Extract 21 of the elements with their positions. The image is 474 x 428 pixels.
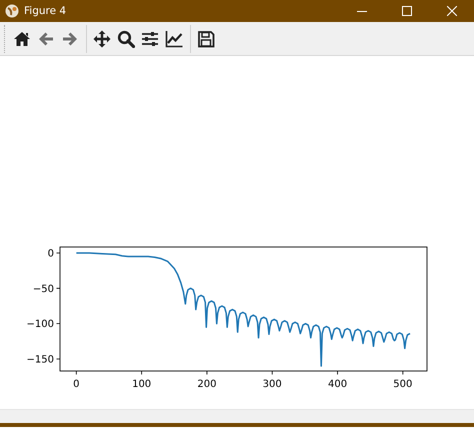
window-title: Figure 4 [24, 5, 68, 17]
forward-arrow-icon [61, 30, 79, 48]
sliders-icon [141, 30, 159, 48]
home-icon [13, 30, 31, 48]
tick-label: 0 [48, 248, 54, 260]
tick-label: 100 [132, 379, 152, 390]
line-chart-icon [165, 30, 183, 48]
tick-label: −150 [26, 354, 54, 366]
app-logo-icon [5, 4, 19, 18]
tick-label: −50 [32, 284, 54, 295]
tick-label: 300 [262, 379, 282, 390]
back-arrow-icon [37, 30, 55, 48]
search-icon [117, 30, 135, 48]
maximize-icon [402, 6, 412, 16]
tick-label: 400 [328, 379, 348, 390]
close-icon [446, 6, 456, 16]
four-way-arrow-icon [93, 30, 111, 48]
tick-label: 500 [393, 379, 412, 390]
tick-label: 0 [73, 379, 80, 390]
tick-label: −100 [26, 319, 54, 330]
tick-label: 200 [197, 379, 216, 390]
